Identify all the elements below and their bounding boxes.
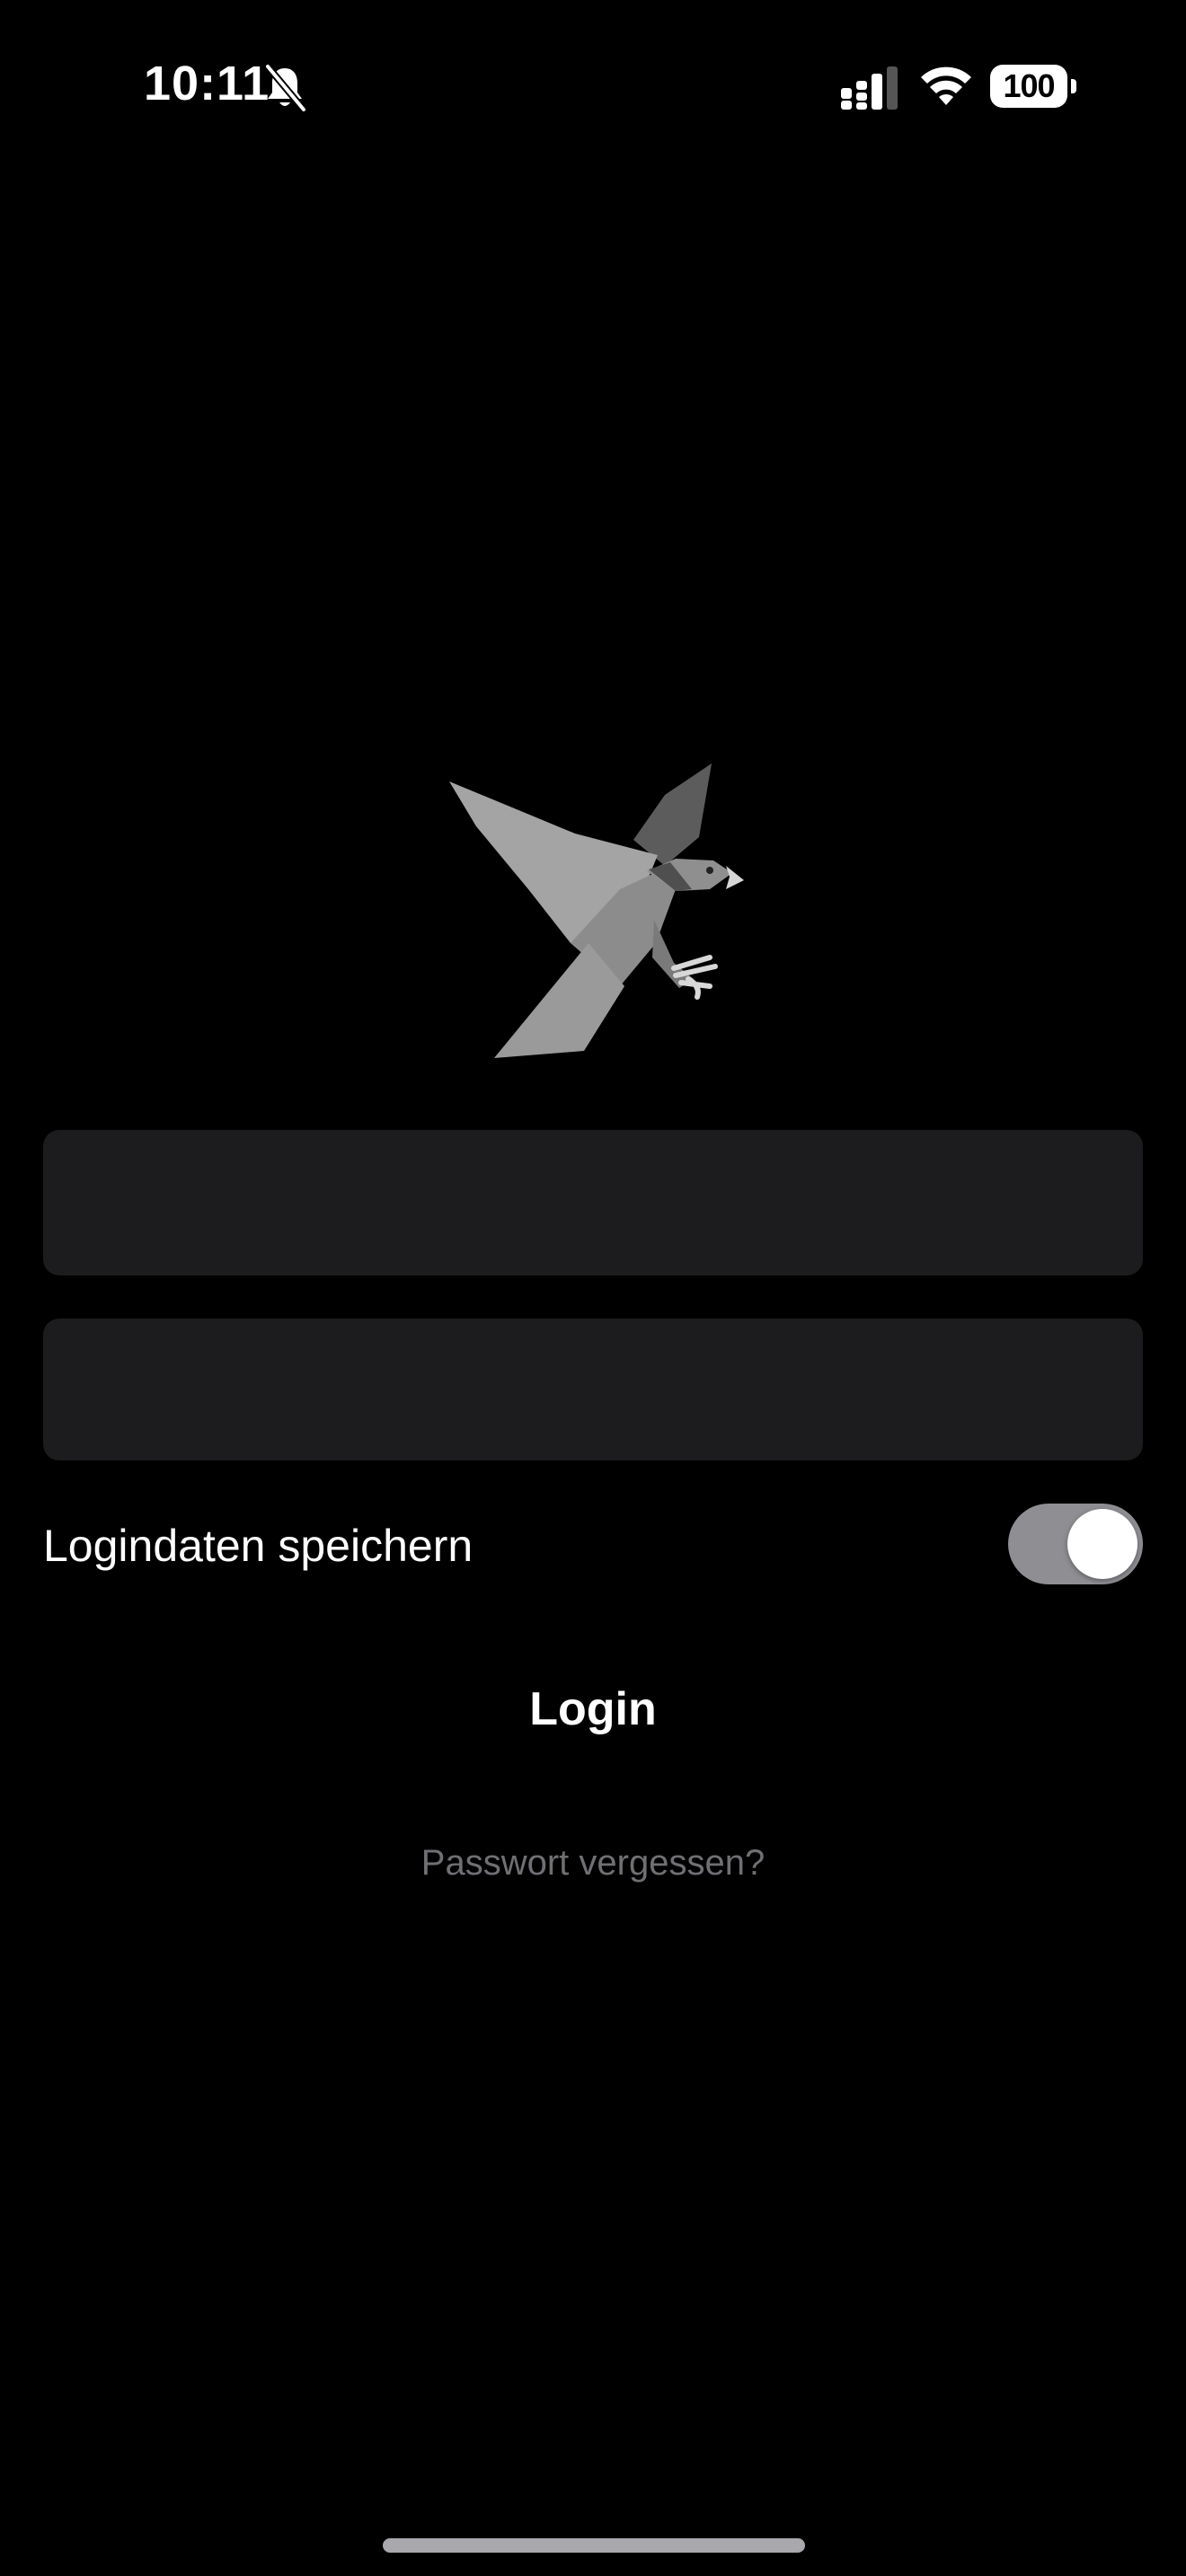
- remember-row: Logindaten speichern: [43, 1491, 1143, 1599]
- bell-slash-icon: [264, 64, 307, 112]
- password-field[interactable]: [43, 1319, 1143, 1460]
- battery-level: 100: [1003, 67, 1055, 104]
- eagle-eye: [706, 867, 713, 874]
- toggle-knob: [1067, 1509, 1137, 1579]
- eagle-wing-back: [633, 763, 712, 866]
- eagle-beak: [726, 866, 744, 889]
- forgot-password-link[interactable]: Passwort vergessen?: [323, 1843, 863, 1897]
- cellular-signal-icon: [841, 66, 898, 110]
- remember-toggle[interactable]: [1008, 1504, 1143, 1584]
- login-button[interactable]: Login: [413, 1671, 773, 1748]
- status-bar: 10:11 100: [0, 0, 1186, 180]
- username-field[interactable]: [43, 1130, 1143, 1275]
- battery-body: 100: [990, 65, 1067, 108]
- home-indicator[interactable]: [383, 2538, 805, 2553]
- battery-tip: [1071, 79, 1076, 93]
- eagle-logo: [449, 763, 744, 1058]
- remember-label: Logindaten speichern: [43, 1521, 474, 1571]
- wifi-icon: [921, 66, 971, 105]
- battery-icon: 100: [990, 65, 1076, 108]
- status-time: 10:11: [144, 57, 270, 110]
